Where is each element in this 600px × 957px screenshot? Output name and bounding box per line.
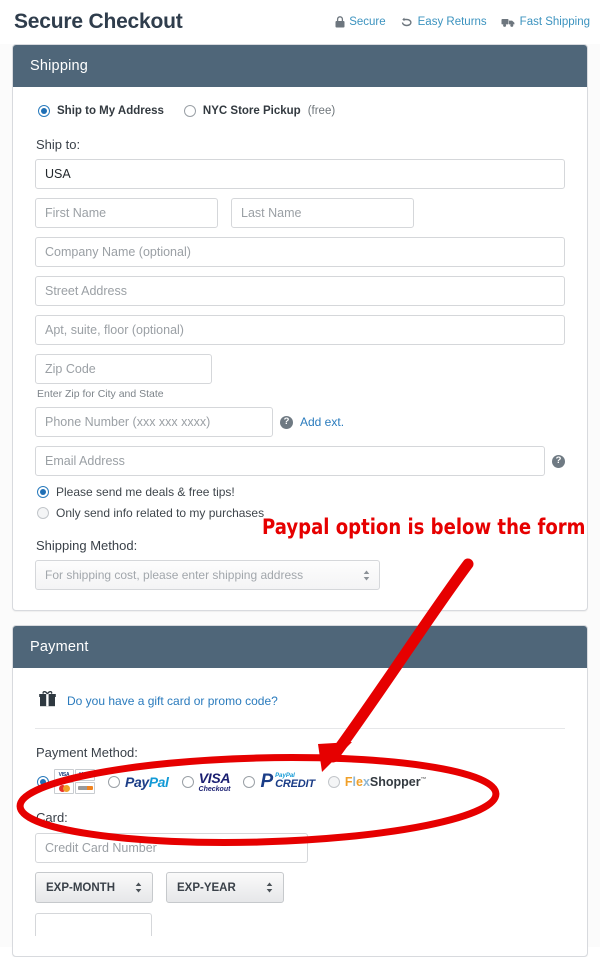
stepper-arrows-icon [135,882,142,893]
radio-store-pickup[interactable] [183,105,196,117]
add-ext-link[interactable]: Add ext. [300,415,344,429]
radio-credit-cards[interactable] [37,775,49,788]
ship-to-label: Ship to: [36,137,81,152]
country-field[interactable]: USA [35,159,565,189]
credit-card-number-input[interactable]: Credit Card Number [35,833,308,863]
payment-method-paypal-credit[interactable]: P PayPal CREDIT [243,771,315,792]
exp-year-select[interactable]: EXP-YEAR [166,872,284,903]
gift-icon [39,690,56,712]
badge-secure: Secure [335,16,386,28]
apt-suite-input[interactable]: Apt, suite, floor (optional) [35,315,565,345]
shipping-method-value: For shipping cost, please enter shipping… [45,568,304,582]
payment-method-paypal[interactable]: PayPal [108,774,169,790]
discover-card-icon [75,782,95,794]
radio-paypal[interactable] [108,775,120,788]
company-name-input[interactable]: Company Name (optional) [35,237,565,267]
exp-year-label: EXP-YEAR [177,881,236,894]
promo-row[interactable]: Do you have a gift card or promo code? [35,686,565,729]
zip-code-input[interactable]: Zip Code [35,354,212,384]
payment-method-label: Payment Method: [36,745,138,760]
exp-month-select[interactable]: EXP-MONTH [35,872,153,903]
last-name-input[interactable]: Last Name [231,198,414,228]
badge-easy-returns: Easy Returns [400,16,487,28]
email-row: Email Address ? [35,446,565,476]
truck-icon [501,16,516,28]
promo-code-link[interactable]: Do you have a gift card or promo code? [67,694,278,708]
shipping-method-select[interactable]: For shipping cost, please enter shipping… [35,560,380,590]
phone-number-input[interactable]: Phone Number (xxx xxx xxxx) [35,407,273,437]
radio-paypal-credit[interactable] [243,775,256,788]
zip-helper-text: Enter Zip for City and State [37,388,164,400]
page-header: Secure Checkout Secure Easy Returns Fast… [0,0,600,44]
payment-method-credit-cards[interactable]: VISA AMEX [37,769,95,794]
lock-icon [335,16,345,28]
marketing-option-deals[interactable]: Please send me deals & free tips! [37,485,565,499]
radio-marketing-deals[interactable] [37,486,49,498]
email-help-icon[interactable]: ? [552,454,565,468]
delivery-option-store-pickup[interactable]: NYC Store Pickup (free) [183,105,336,117]
payment-card: Payment Do you have a gift card or promo… [12,625,588,957]
phone-help-icon[interactable]: ? [280,415,293,429]
delivery-option-pickup-note: (free) [307,105,336,117]
trust-badges: Secure Easy Returns Fast Shipping [335,16,592,28]
marketing-option-purchases-label: Only send info related to my purchases [56,506,265,520]
radio-flexshopper[interactable] [327,775,340,788]
badge-easy-returns-label: Easy Returns [417,16,487,28]
delivery-option-pickup-label: NYC Store Pickup [202,105,301,117]
card-label: Card: [36,810,68,825]
shipping-method-label: Shipping Method: [36,538,138,553]
stepper-arrows-icon [266,882,273,893]
street-address-input[interactable]: Street Address [35,276,565,306]
delivery-options: Ship to My Address NYC Store Pickup (fre… [35,105,565,117]
shipping-body: Ship to My Address NYC Store Pickup (fre… [13,87,587,610]
expiry-row: EXP-MONTH EXP-YEAR [35,872,565,903]
flexshopper-logo-icon: FlexShopper™ [344,774,427,789]
mastercard-card-icon [54,782,74,794]
marketing-option-purchases-only[interactable]: Only send info related to my purchases [37,506,565,520]
radio-ship-to-address[interactable] [38,105,50,117]
name-row: First Name Last Name [35,198,565,237]
shipping-card: Shipping Ship to My Address NYC Store Pi… [12,44,588,611]
email-address-input[interactable]: Email Address [35,446,545,476]
radio-marketing-purchases[interactable] [37,507,49,519]
paypal-credit-logo-icon: P PayPal CREDIT [260,771,315,792]
first-name-input[interactable]: First Name [35,198,218,228]
delivery-option-ship-to-address[interactable]: Ship to My Address [38,105,164,117]
marketing-option-deals-label: Please send me deals & free tips! [56,485,235,499]
shipping-section-title: Shipping [13,45,587,87]
radio-visa-checkout[interactable] [181,775,194,788]
payment-body: Do you have a gift card or promo code? P… [13,668,587,956]
payment-method-flexshopper[interactable]: FlexShopper™ [327,774,427,789]
badge-fast-shipping: Fast Shipping [501,16,590,28]
visa-card-icon: VISA [54,769,74,781]
cvv-input-cutoff[interactable] [35,913,152,936]
page-title: Secure Checkout [14,10,183,33]
badge-secure-label: Secure [349,16,386,28]
payment-method-visa-checkout[interactable]: VISA Checkout [181,769,231,793]
badge-fast-shipping-label: Fast Shipping [519,16,590,28]
payment-methods: VISA AMEX PayPal VISA Checkout P PayPal … [35,769,565,794]
exp-month-label: EXP-MONTH [46,881,115,894]
phone-row: Phone Number (xxx xxx xxxx) ? Add ext. [35,407,565,437]
marketing-options: Please send me deals & free tips! Only s… [37,485,565,520]
stepper-arrows-icon [363,570,370,581]
return-arrow-icon [400,16,414,28]
amex-card-icon: AMEX [75,769,95,781]
delivery-option-ship-label: Ship to My Address [57,105,164,117]
visa-checkout-logo-icon: VISA Checkout [198,769,231,793]
paypal-logo-icon: PayPal [125,773,169,790]
credit-card-logos: VISA AMEX [54,769,95,794]
payment-section-title: Payment [13,626,587,668]
checkout-page: Secure Checkout Secure Easy Returns Fast… [0,0,600,957]
